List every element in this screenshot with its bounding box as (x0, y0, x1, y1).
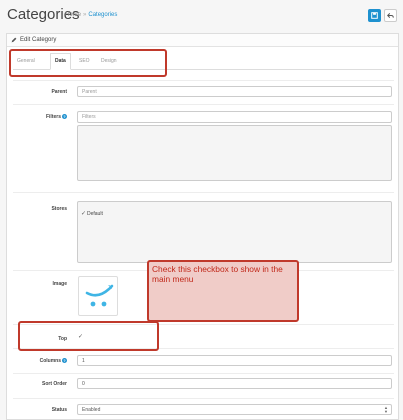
columns-label-text: Columns (39, 358, 61, 364)
columns-value: 1 (82, 357, 85, 364)
save-button[interactable] (368, 9, 381, 22)
back-button[interactable] (384, 9, 397, 22)
breadcrumb-current-link[interactable]: Categories (88, 12, 117, 18)
image-thumbnail[interactable] (78, 276, 118, 316)
help-icon: ? (62, 114, 67, 120)
status-select[interactable]: Enabled ▲ ▼ (77, 404, 392, 415)
edit-category-panel: Edit Category General Data SEO Design Pa… (6, 33, 399, 420)
stores-label: Stores (51, 206, 67, 212)
columns-label: Columns? (17, 358, 67, 364)
filters-placeholder: Filters (82, 114, 96, 120)
help-icon: ? (62, 358, 67, 364)
tabs-highlight-box (9, 49, 167, 77)
panel-heading: Edit Category (7, 34, 398, 47)
save-icon (371, 12, 378, 19)
columns-input[interactable]: 1 (77, 355, 392, 366)
page-header: Categories Home» Categories (0, 0, 403, 30)
breadcrumb: Home» Categories (65, 12, 117, 18)
reply-icon (387, 13, 394, 18)
annotation-callout: Check this checkbox to show in the main … (147, 260, 299, 322)
row-divider (13, 398, 394, 399)
filters-input[interactable]: Filters (77, 111, 392, 123)
sort-order-value: 0 (82, 380, 85, 387)
row-divider (13, 104, 394, 105)
image-label: Image (52, 281, 67, 287)
filters-list-box[interactable] (77, 125, 392, 181)
select-arrows-icon: ▲ ▼ (384, 404, 388, 414)
sort-order-input[interactable]: 0 (77, 378, 392, 389)
breadcrumb-separator: » (83, 12, 87, 18)
breadcrumb-home-link[interactable]: Home (65, 12, 81, 18)
row-divider (13, 80, 394, 81)
status-label: Status (51, 407, 67, 413)
default-store-checkbox[interactable]: ✓ (81, 210, 86, 217)
row-divider (13, 373, 394, 374)
filters-label: Filters? (17, 114, 67, 120)
top-checkbox-highlight-box (18, 321, 159, 351)
panel-title: Edit Category (20, 37, 57, 43)
parent-label: Parent (51, 89, 67, 95)
parent-input[interactable]: Parent (77, 86, 392, 97)
parent-placeholder: Parent (82, 88, 97, 95)
sort-order-label: Sort Order (41, 381, 67, 387)
filters-label-text: Filters (45, 114, 61, 120)
row-divider (13, 192, 394, 193)
default-store-label: Default (87, 211, 103, 217)
stores-list-box: ✓ Default (77, 201, 392, 263)
status-value: Enabled (82, 406, 101, 413)
opencart-logo-icon (85, 284, 114, 307)
pencil-icon (11, 37, 17, 43)
